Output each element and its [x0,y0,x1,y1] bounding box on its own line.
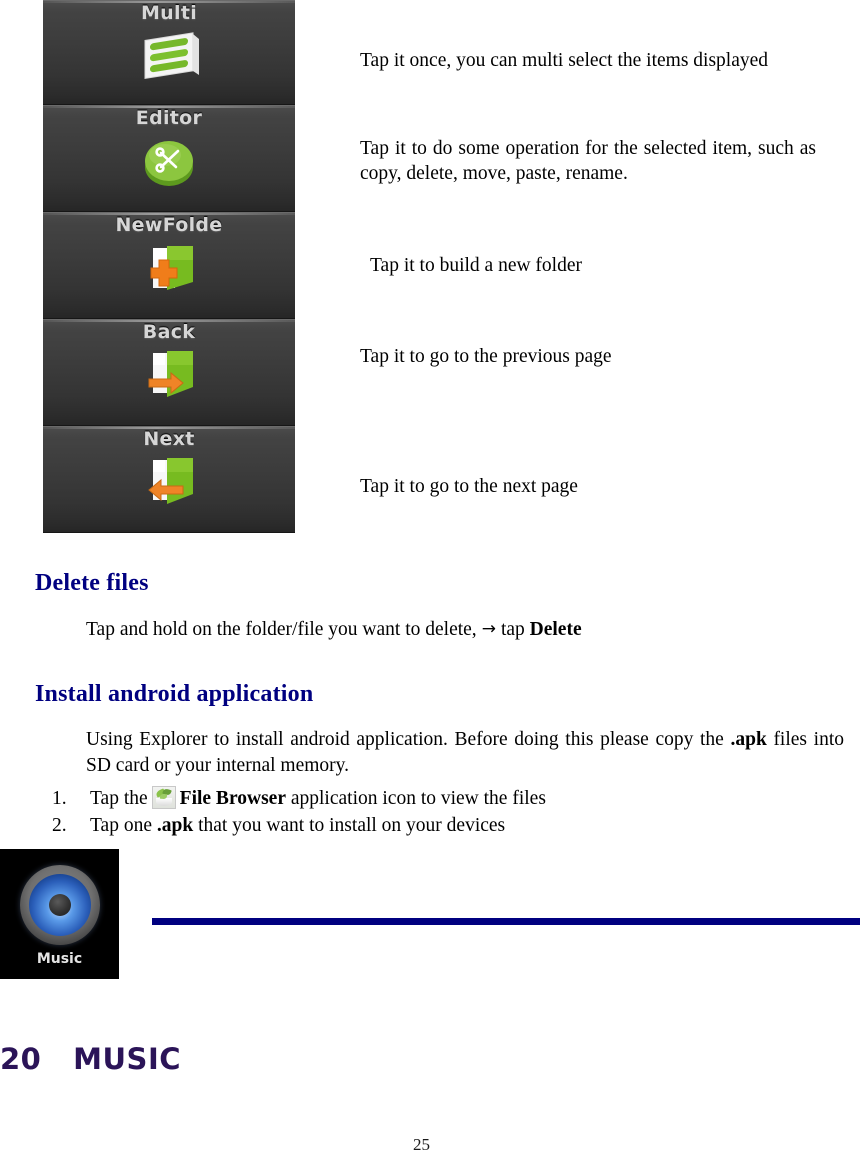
explorer-toolbar-screenshot: Multi Editor NewFolde Back Next [43,0,295,533]
newfolder-description: Tap it to build a new folder [370,255,582,276]
newfolder-button-label: NewFolde [115,214,223,236]
delete-files-instruction: Tap and hold on the folder/file you want… [86,616,786,643]
editor-button[interactable]: Editor [43,105,295,212]
list-marker-1: 1. [52,788,67,809]
install-steps-list: 1. Tap the File Browser application icon … [52,785,832,839]
list-text-1: Tap the File Browser application icon to … [90,785,832,812]
section-heading-delete-files: Delete files [35,570,149,596]
back-description: Tap it to go to the previous page [360,346,612,367]
multi-select-list-icon [43,24,295,88]
list-item: 2. Tap one .apk that you want to install… [52,812,832,839]
editor-description: Tap it to do some operation for the sele… [360,138,816,184]
multi-button-label: Multi [140,2,198,24]
file-browser-app-icon[interactable] [151,786,176,809]
next-button[interactable]: Next [43,426,295,533]
file-browser-app-name: File Browser [179,788,286,809]
delete-instruction-tap: tap [500,619,525,640]
step1-lead: Tap the [90,788,148,809]
newfolder-button[interactable]: NewFolde [43,212,295,319]
page-number-value: 25 [413,1135,430,1154]
list-marker-2: 2. [52,815,67,836]
step2-apk-bold: .apk [156,815,194,836]
music-app-tile[interactable]: Music [0,849,119,979]
step2-tail: that you want to install on your devices [198,815,506,836]
back-button[interactable]: Back [43,319,295,426]
next-button-label: Next [143,428,195,450]
delete-instruction-lead: Tap and hold on the folder/file you want… [86,619,477,640]
back-button-label: Back [142,321,196,343]
list-item: 1. Tap the File Browser application icon … [52,785,832,812]
multi-description: Tap it once, you can multi select the it… [360,50,769,71]
install-paragraph-line1: Using Explorer to install android applic… [86,729,724,750]
apk-extension-bold: .apk [730,729,767,750]
right-arrow-icon: → [481,619,496,639]
step2-lead: Tap one [90,815,152,836]
step1-tail: application icon to view the files [290,788,546,809]
editor-button-label: Editor [135,107,203,129]
scissors-disc-icon [43,129,295,193]
folder-back-arrow-icon [43,343,295,405]
install-intro-paragraph: Using Explorer to install android applic… [86,727,844,779]
multi-button[interactable]: Multi [43,0,295,105]
music-tile-label: Music [36,951,83,967]
chapter-heading: 20 MUSIC [0,1042,182,1076]
speaker-dome [48,894,71,916]
new-folder-plus-icon [43,236,295,298]
speaker-icon [19,865,100,945]
section-heading-install-android-application: Install android application [35,681,314,707]
folder-next-arrow-icon [43,450,295,512]
section-divider-rule [152,918,860,925]
next-description: Tap it to go to the next page [360,476,578,497]
list-text-2: Tap one .apk that you want to install on… [90,812,832,839]
delete-menu-item-name: Delete [529,619,582,640]
page-number: 25 [0,1135,863,1155]
